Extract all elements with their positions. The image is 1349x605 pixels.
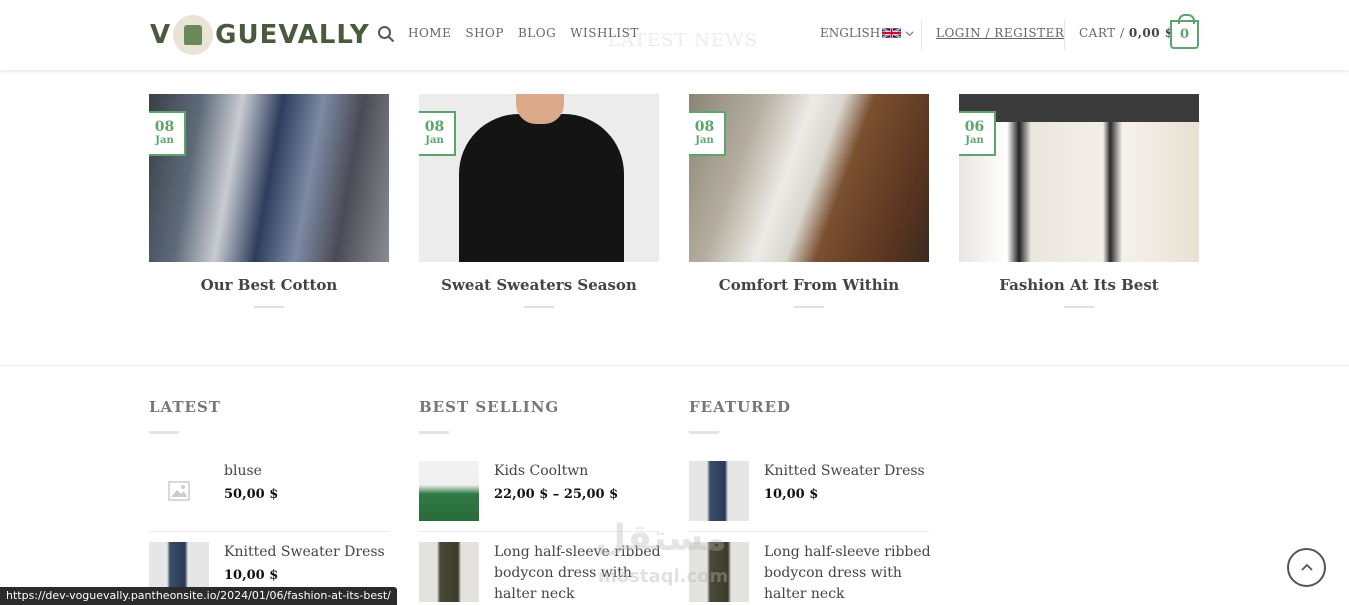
logo-text-left: V [150, 20, 172, 50]
watermark-text: mostaql.com [598, 566, 729, 587]
product-name[interactable]: Knitted Sweater Dress [764, 461, 934, 482]
header-divider [1064, 20, 1065, 50]
column-title-underline [689, 431, 719, 434]
section-separator [0, 365, 1349, 366]
back-to-top-button[interactable] [1287, 548, 1326, 587]
post-day: 08 [154, 119, 175, 135]
cart-total: 0,00 $ [1128, 26, 1174, 40]
site-logo[interactable]: V GUEVALLY [150, 14, 370, 56]
post-month: Jan [155, 135, 174, 146]
product-name[interactable]: Long half-sleeve ribbed bodycon dress wi… [764, 542, 934, 605]
latest-news-posts: 08 Jan Our Best Cotton 08 Jan Sweat Swea… [149, 94, 1199, 314]
product-price: 22,00 $ – 25,00 $ [494, 487, 619, 502]
column-title: LATEST [149, 398, 221, 416]
post-date-badge: 08 Jan [419, 111, 456, 156]
site-header: V GUEVALLY LATEST NEWS HOME SHOP BLOG WI… [0, 0, 1349, 70]
header-divider [921, 20, 922, 50]
post-title[interactable]: Fashion At Its Best [959, 276, 1199, 294]
post-divider [794, 306, 824, 308]
blog-post[interactable]: 08 Jan Our Best Cotton [149, 94, 389, 308]
featured-products: FEATURED Knitted Sweater Dress 10,00 $ L… [689, 398, 931, 602]
product-name[interactable]: Knitted Sweater Dress [224, 542, 394, 563]
sweater-shape [459, 114, 624, 262]
product-thumbnail[interactable] [689, 461, 749, 521]
product-name[interactable]: bluse [224, 461, 394, 482]
product-price: 10,00 $ [764, 487, 819, 502]
blog-post[interactable]: 08 Jan Sweat Sweaters Season [419, 94, 659, 308]
language-label: ENGLISH [820, 26, 881, 40]
language-switcher[interactable]: ENGLISH [820, 26, 914, 40]
post-image[interactable]: 08 Jan [149, 94, 389, 262]
post-date-badge: 06 Jan [959, 111, 996, 156]
product-name[interactable]: Kids Cooltwn [494, 461, 664, 482]
cart-count: 0 [1179, 27, 1190, 42]
post-divider [524, 306, 554, 308]
nav-wishlist[interactable]: WISHLIST [570, 26, 639, 40]
post-month: Jan [965, 135, 984, 146]
post-month: Jan [695, 135, 714, 146]
search-icon[interactable] [377, 25, 395, 43]
column-title-underline [419, 431, 449, 434]
browser-status-url: https://dev-voguevally.pantheonsite.io/2… [0, 587, 397, 605]
blog-post[interactable]: 06 Jan Fashion At Its Best [959, 94, 1199, 308]
post-image[interactable]: 08 Jan [689, 94, 929, 262]
login-register-link[interactable]: LOGIN / REGISTER [936, 26, 1064, 40]
post-date-badge: 08 Jan [689, 111, 726, 156]
product-thumbnail[interactable] [419, 542, 479, 602]
post-title[interactable]: Sweat Sweaters Season [419, 276, 659, 294]
post-day: 06 [964, 119, 985, 135]
cart-bag-icon[interactable]: 0 [1170, 14, 1199, 49]
logo-text-right: GUEVALLY [215, 20, 370, 50]
image-placeholder-icon[interactable] [149, 461, 209, 521]
best-selling-products: BEST SELLING Kids Cooltwn 22,00 $ – 25,0… [419, 398, 661, 602]
column-title-underline [149, 431, 179, 434]
column-title: BEST SELLING [419, 398, 560, 416]
product-thumbnail[interactable] [419, 461, 479, 521]
main-nav: HOME SHOP BLOG WISHLIST [408, 26, 653, 40]
logo-emblem [173, 15, 214, 55]
cart-link[interactable]: CART / 0,00 $ [1079, 26, 1174, 40]
post-divider [1064, 306, 1094, 308]
post-title[interactable]: Our Best Cotton [149, 276, 389, 294]
post-day: 08 [694, 119, 715, 135]
watermark-logo: مستقل [595, 518, 727, 559]
post-divider [254, 306, 284, 308]
cart-label: CART / [1079, 26, 1125, 40]
post-image[interactable]: 08 Jan [419, 94, 659, 262]
chevron-down-icon [905, 30, 914, 36]
nav-home[interactable]: HOME [408, 26, 451, 40]
post-title[interactable]: Comfort From Within [689, 276, 929, 294]
item-divider [149, 531, 389, 532]
column-title: FEATURED [689, 398, 792, 416]
uk-flag-icon [882, 27, 902, 39]
chevron-up-icon [1300, 563, 1313, 571]
product-price: 50,00 $ [224, 487, 279, 502]
nav-blog[interactable]: BLOG [518, 26, 556, 40]
post-month: Jan [425, 135, 444, 146]
product-price: 10,00 $ [224, 568, 279, 583]
post-date-badge: 08 Jan [149, 111, 186, 156]
blog-post[interactable]: 08 Jan Comfort From Within [689, 94, 929, 308]
post-day: 08 [424, 119, 445, 135]
nav-shop[interactable]: SHOP [465, 26, 504, 40]
latest-products: LATEST bluse 50,00 $ Knitted Sweater Dre… [149, 398, 389, 602]
post-image[interactable]: 06 Jan [959, 94, 1199, 262]
